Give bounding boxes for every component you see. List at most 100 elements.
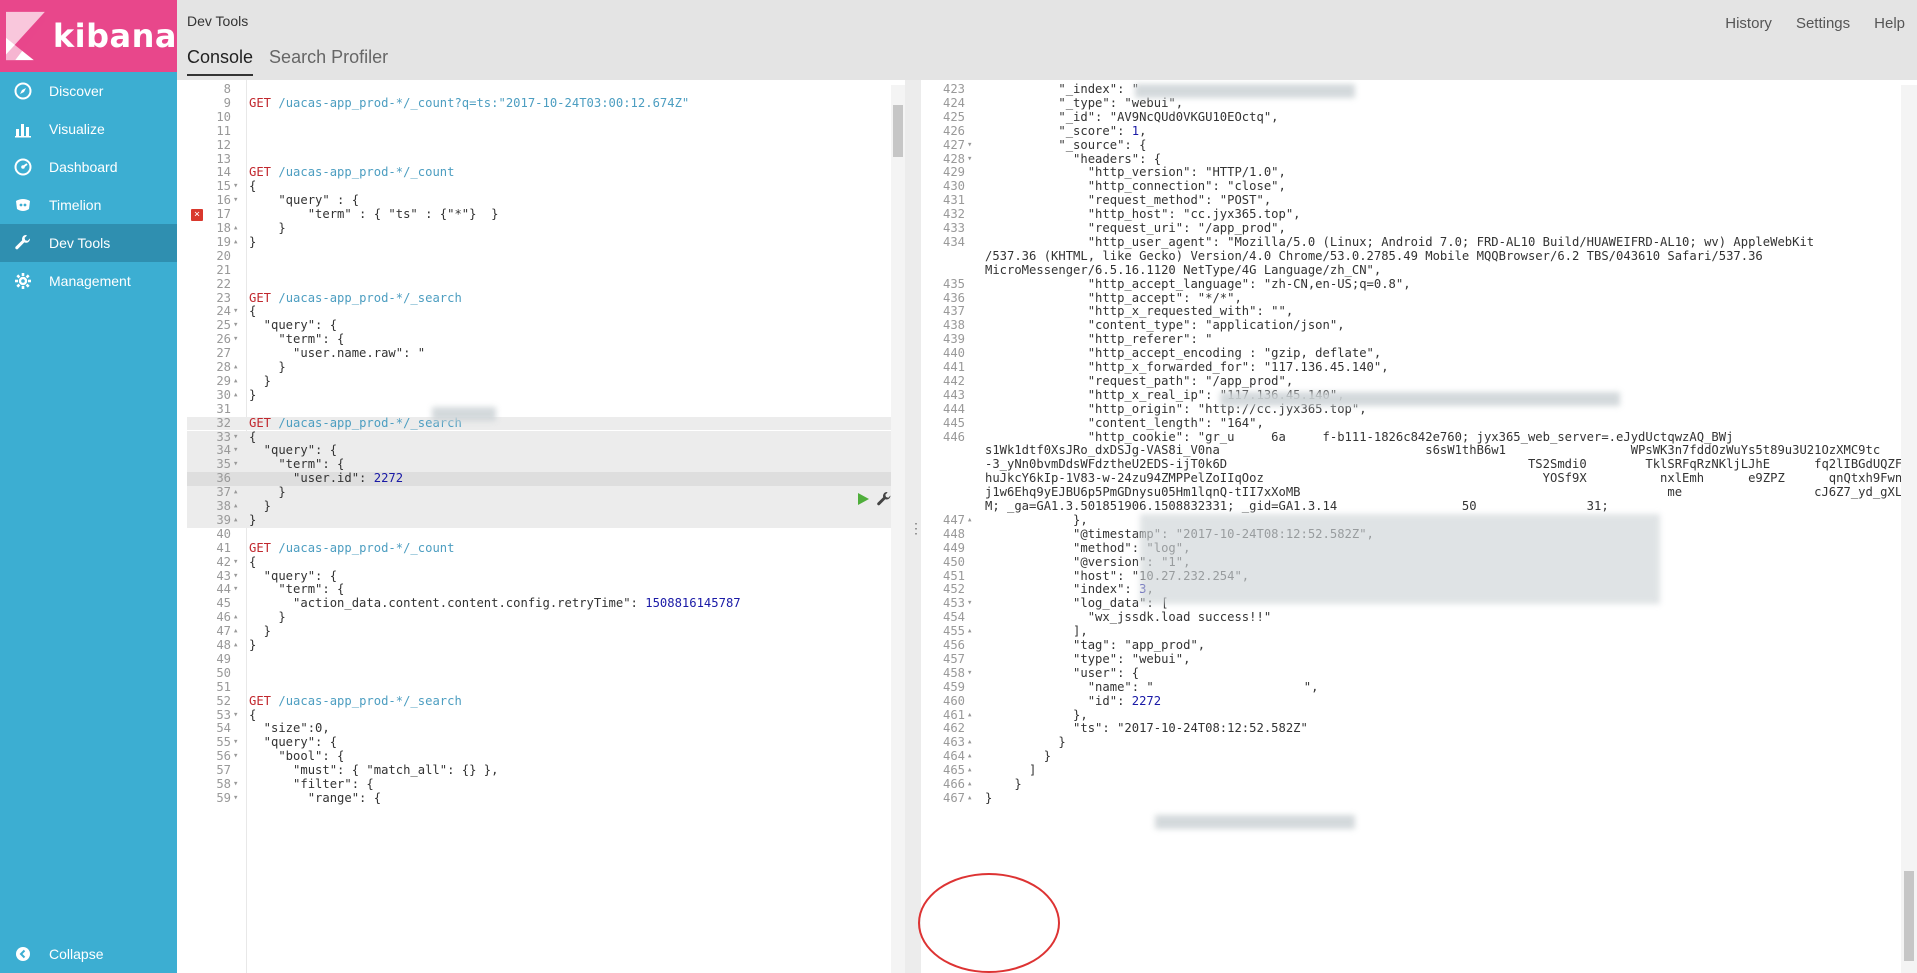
fold-toggle-icon[interactable]: ▾	[233, 194, 243, 208]
code-text: GET /uacas-app_prod-*/_count?q=ts:"2017-…	[249, 96, 689, 111]
tab-search-profiler[interactable]: Search Profiler	[269, 47, 388, 76]
output-line: 429 "http_version": "HTTP/1.0",	[921, 165, 1917, 180]
fold-toggle-icon[interactable]: ▴	[967, 736, 977, 750]
kibana-logo[interactable]: kibana	[0, 0, 177, 72]
line-number: 10	[216, 109, 231, 124]
code-segment: }	[249, 387, 257, 402]
code-segment: "http_accept": "*/*",	[985, 290, 1242, 305]
fold-toggle-icon[interactable]: ▾	[233, 709, 243, 723]
pane-resizer[interactable]: ⋮	[905, 80, 923, 973]
fold-toggle-icon[interactable]: ▴	[967, 709, 977, 723]
fold-toggle-icon[interactable]: ▾	[233, 180, 243, 194]
fold-toggle-icon[interactable]: ▴	[233, 514, 243, 528]
fold-toggle-icon[interactable]: ▾	[233, 792, 243, 806]
run-request-icon[interactable]	[856, 492, 870, 506]
fold-toggle-icon[interactable]: ▾	[233, 333, 243, 347]
fold-toggle-icon[interactable]: ▾	[967, 667, 977, 681]
fold-toggle-icon[interactable]: ▾	[233, 570, 243, 584]
fold-toggle-icon[interactable]: ▴	[967, 750, 977, 764]
code-text: "http_connection": "close",	[985, 179, 1286, 194]
fold-toggle-icon[interactable]: ▴	[967, 514, 977, 528]
collapse-button[interactable]: Collapse	[0, 935, 177, 973]
editor-scrollbar-thumb[interactable]	[893, 105, 903, 157]
fold-toggle-icon[interactable]: ▴	[233, 611, 243, 625]
fold-toggle-icon[interactable]: ▴	[233, 500, 243, 514]
output-scrollbar[interactable]	[1901, 85, 1917, 973]
fold-toggle-icon[interactable]: ▾	[233, 556, 243, 570]
line-number: 55	[216, 735, 231, 750]
annotation-circle	[918, 873, 1060, 973]
fold-toggle-icon[interactable]: ▴	[233, 236, 243, 250]
fold-toggle-icon[interactable]: ▾	[233, 778, 243, 792]
fold-toggle-icon[interactable]: ▾	[967, 153, 977, 167]
line-number: 31	[216, 401, 231, 416]
code-text: }	[249, 513, 256, 528]
fold-toggle-icon[interactable]: ▾	[233, 583, 243, 597]
output-line: 437 "http_x_requested_with": "",	[921, 304, 1917, 319]
fold-toggle-icon[interactable]: ▾	[233, 458, 243, 472]
code-segment: "index":	[985, 582, 1140, 597]
help-link[interactable]: Help	[1874, 15, 1905, 32]
editor-line: 41 GET /uacas-app_prod-*/_count	[187, 541, 905, 556]
fold-toggle-icon[interactable]: ▴	[233, 375, 243, 389]
sidebar-item-timelion[interactable]: Timelion	[0, 186, 177, 224]
request-options-wrench-icon[interactable]	[876, 491, 892, 507]
fold-toggle-icon[interactable]: ▾	[967, 597, 977, 611]
code-text: "term": {	[249, 457, 344, 472]
fold-toggle-icon[interactable]: ▴	[233, 222, 243, 236]
fold-toggle-icon[interactable]: ▴	[233, 389, 243, 403]
output-scrollbar-thumb[interactable]	[1904, 871, 1914, 961]
line-number: 22	[216, 276, 231, 291]
sidebar-item-dashboard[interactable]: Dashboard	[0, 148, 177, 186]
fold-toggle-icon[interactable]: ▴	[233, 486, 243, 500]
code-segment: "bool": {	[249, 749, 345, 764]
code-segment: "range": {	[249, 790, 382, 805]
sidebar-item-management[interactable]: Management	[0, 262, 177, 300]
fold-toggle-icon[interactable]: ▾	[233, 750, 243, 764]
line-number: 46	[216, 610, 231, 625]
kibana-app: kibana Discover Visualize Dashboard Timelio…	[0, 0, 1917, 973]
fold-toggle-icon[interactable]: ▴	[967, 792, 977, 806]
code-segment: }	[249, 499, 272, 513]
code-text: }	[249, 221, 285, 236]
code-text: ],	[985, 624, 1088, 639]
fold-toggle-icon[interactable]: ▴	[967, 764, 977, 778]
sidebar-item-visualize[interactable]: Visualize	[0, 110, 177, 148]
request-url: /uacas-app_prod-*/_count	[278, 165, 455, 180]
line-number: 26	[216, 332, 231, 347]
sidebar-item-dev-tools[interactable]: Dev Tools	[0, 224, 177, 262]
fold-toggle-icon[interactable]: ▴	[967, 625, 977, 639]
code-text: }	[249, 387, 257, 403]
code-text: "user.name.raw": "	[249, 346, 425, 361]
settings-link[interactable]: Settings	[1796, 15, 1850, 32]
code-text: "term": {	[249, 582, 344, 597]
editor-line: 46 ▴ }	[187, 610, 905, 625]
editor-line: 50	[187, 666, 905, 681]
fold-toggle-icon[interactable]: ▾	[967, 139, 977, 153]
line-number: 20	[216, 248, 231, 263]
code-segment: "request_path": "/app_prod",	[985, 373, 1294, 388]
fold-toggle-icon[interactable]: ▴	[233, 361, 243, 375]
editor-line: 22	[187, 276, 905, 292]
output-line: 425 "_id": "AV9NcQUd0VKGU10EOctq",	[921, 110, 1917, 125]
code-text: GET /uacas-app_prod-*/_count	[249, 541, 454, 556]
tab-console[interactable]: Console	[187, 47, 254, 76]
line-number: 51	[216, 679, 231, 694]
request-editor[interactable]: 8 9 GET /uacas-app_prod-*/_count?q=ts:"201…	[187, 80, 905, 973]
editor-scrollbar[interactable]	[891, 85, 905, 973]
fold-toggle-icon[interactable]: ▾	[233, 431, 243, 445]
fold-toggle-icon[interactable]: ▴	[233, 639, 243, 653]
fold-toggle-icon[interactable]: ▾	[233, 444, 243, 458]
output-line: j1w6Ehq9yEJBU6p5PmGDnysu05Hm1lqnQ-tII7xX…	[921, 485, 1917, 500]
line-number: 434	[942, 234, 965, 249]
code-text: {	[249, 430, 256, 445]
fold-toggle-icon[interactable]: ▾	[233, 736, 243, 750]
history-link[interactable]: History	[1725, 15, 1772, 32]
sidebar-item-discover[interactable]: Discover	[0, 72, 177, 110]
request-url: /uacas-app_prod-*/_search	[278, 290, 462, 305]
fold-toggle-icon[interactable]: ▾	[233, 305, 243, 319]
output-line: M; _ga=GA1.3.501851906.1508832331; _gid=…	[921, 499, 1917, 514]
fold-toggle-icon[interactable]: ▴	[967, 778, 977, 792]
fold-toggle-icon[interactable]: ▴	[233, 625, 243, 639]
fold-toggle-icon[interactable]: ▾	[233, 319, 243, 333]
